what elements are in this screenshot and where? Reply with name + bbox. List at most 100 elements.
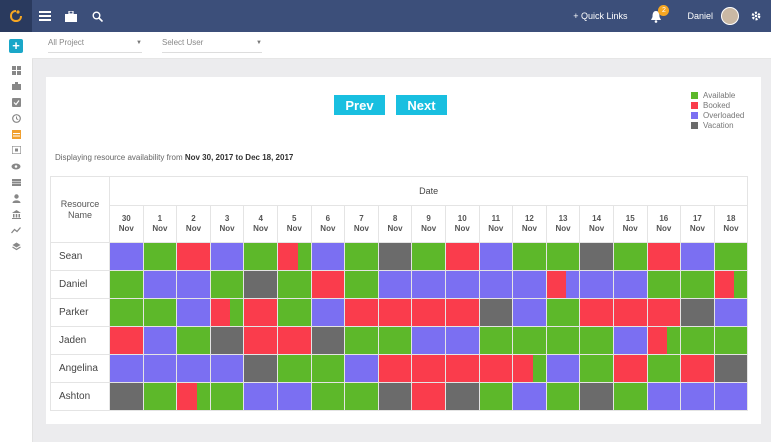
availability-cell[interactable] (310, 242, 346, 271)
resource-name[interactable]: Jaden (50, 326, 110, 355)
availability-cell[interactable] (310, 298, 346, 327)
eye-icon[interactable] (0, 158, 32, 174)
availability-cell[interactable] (243, 382, 278, 411)
availability-cell[interactable] (545, 382, 581, 411)
availability-cell[interactable] (444, 242, 480, 271)
trend-chart-icon[interactable] (0, 222, 32, 238)
resource-name[interactable]: Parker (50, 298, 110, 327)
availability-cell[interactable] (545, 354, 581, 383)
availability-cell[interactable] (612, 382, 648, 411)
availability-cell[interactable] (545, 298, 581, 327)
availability-cell[interactable] (209, 298, 245, 327)
availability-cell[interactable] (377, 242, 413, 271)
availability-cell[interactable] (109, 270, 144, 299)
availability-cell[interactable] (478, 326, 514, 355)
quick-links-button[interactable]: + Quick Links (573, 11, 627, 21)
availability-cell[interactable] (411, 270, 446, 299)
availability-cell[interactable] (478, 354, 514, 383)
availability-cell[interactable] (209, 270, 245, 299)
availability-cell[interactable] (109, 326, 144, 355)
availability-cell[interactable] (612, 354, 648, 383)
availability-cell[interactable] (243, 326, 278, 355)
availability-cell[interactable] (478, 270, 514, 299)
availability-cell[interactable] (176, 270, 211, 299)
availability-cell[interactable] (142, 382, 178, 411)
projects-icon[interactable] (0, 78, 32, 94)
availability-cell[interactable] (612, 270, 648, 299)
availability-cell[interactable] (713, 242, 749, 271)
briefcase-icon[interactable] (58, 0, 84, 32)
availability-cell[interactable] (680, 382, 715, 411)
availability-cell[interactable] (176, 382, 211, 411)
availability-cell[interactable] (243, 242, 278, 271)
availability-cell[interactable] (310, 270, 346, 299)
availability-cell[interactable] (209, 326, 245, 355)
availability-cell[interactable] (109, 242, 144, 271)
availability-cell[interactable] (276, 326, 312, 355)
availability-cell[interactable] (176, 354, 211, 383)
availability-cell[interactable] (142, 354, 178, 383)
availability-cell[interactable] (377, 382, 413, 411)
dashboard-icon[interactable] (0, 62, 32, 78)
availability-cell[interactable] (478, 242, 514, 271)
availability-cell[interactable] (512, 270, 547, 299)
availability-cell[interactable] (646, 354, 682, 383)
availability-cell[interactable] (713, 382, 749, 411)
availability-cell[interactable] (276, 242, 312, 271)
availability-cell[interactable] (478, 382, 514, 411)
availability-cell[interactable] (411, 326, 446, 355)
availability-cell[interactable] (444, 326, 480, 355)
list-icon[interactable] (0, 174, 32, 190)
prev-button[interactable]: Prev (334, 95, 385, 115)
availability-cell[interactable] (344, 242, 379, 271)
settings-gear-icon[interactable] (747, 0, 765, 32)
availability-cell[interactable] (680, 326, 715, 355)
clock-icon[interactable] (0, 110, 32, 126)
resource-name[interactable]: Ashton (50, 382, 110, 411)
project-select[interactable]: All Project ▼ (48, 38, 142, 53)
availability-cell[interactable] (680, 270, 715, 299)
availability-cell[interactable] (646, 242, 682, 271)
availability-cell[interactable] (512, 326, 547, 355)
availability-cell[interactable] (276, 270, 312, 299)
availability-cell[interactable] (142, 242, 178, 271)
availability-cell[interactable] (310, 326, 346, 355)
user-avatar[interactable] (721, 7, 739, 25)
availability-cell[interactable] (209, 242, 245, 271)
availability-cell[interactable] (612, 298, 648, 327)
availability-cell[interactable] (713, 326, 749, 355)
resource-name[interactable]: Angelina (50, 354, 110, 383)
availability-cell[interactable] (512, 354, 547, 383)
availability-cell[interactable] (545, 270, 581, 299)
user-icon[interactable] (0, 190, 32, 206)
availability-cell[interactable] (444, 270, 480, 299)
layers-icon[interactable] (0, 238, 32, 254)
availability-cell[interactable] (646, 326, 682, 355)
availability-cell[interactable] (579, 242, 614, 271)
availability-cell[interactable] (646, 270, 682, 299)
next-button[interactable]: Next (396, 95, 447, 115)
add-icon[interactable]: + (9, 39, 23, 53)
availability-cell[interactable] (243, 270, 278, 299)
resource-name[interactable]: Daniel (50, 270, 110, 299)
availability-cell[interactable] (411, 382, 446, 411)
availability-cell[interactable] (545, 242, 581, 271)
availability-cell[interactable] (377, 354, 413, 383)
app-logo-icon[interactable] (0, 0, 32, 32)
availability-cell[interactable] (579, 354, 614, 383)
availability-cell[interactable] (142, 298, 178, 327)
availability-cell[interactable] (344, 270, 379, 299)
availability-cell[interactable] (579, 326, 614, 355)
availability-cell[interactable] (713, 298, 749, 327)
availability-cell[interactable] (579, 270, 614, 299)
availability-cell[interactable] (176, 298, 211, 327)
menu-icon[interactable] (32, 0, 58, 32)
availability-cell[interactable] (276, 298, 312, 327)
availability-cell[interactable] (276, 354, 312, 383)
availability-cell[interactable] (176, 242, 211, 271)
availability-cell[interactable] (377, 270, 413, 299)
availability-cell[interactable] (109, 298, 144, 327)
availability-cell[interactable] (713, 270, 749, 299)
availability-cell[interactable] (680, 298, 715, 327)
availability-cell[interactable] (444, 354, 480, 383)
